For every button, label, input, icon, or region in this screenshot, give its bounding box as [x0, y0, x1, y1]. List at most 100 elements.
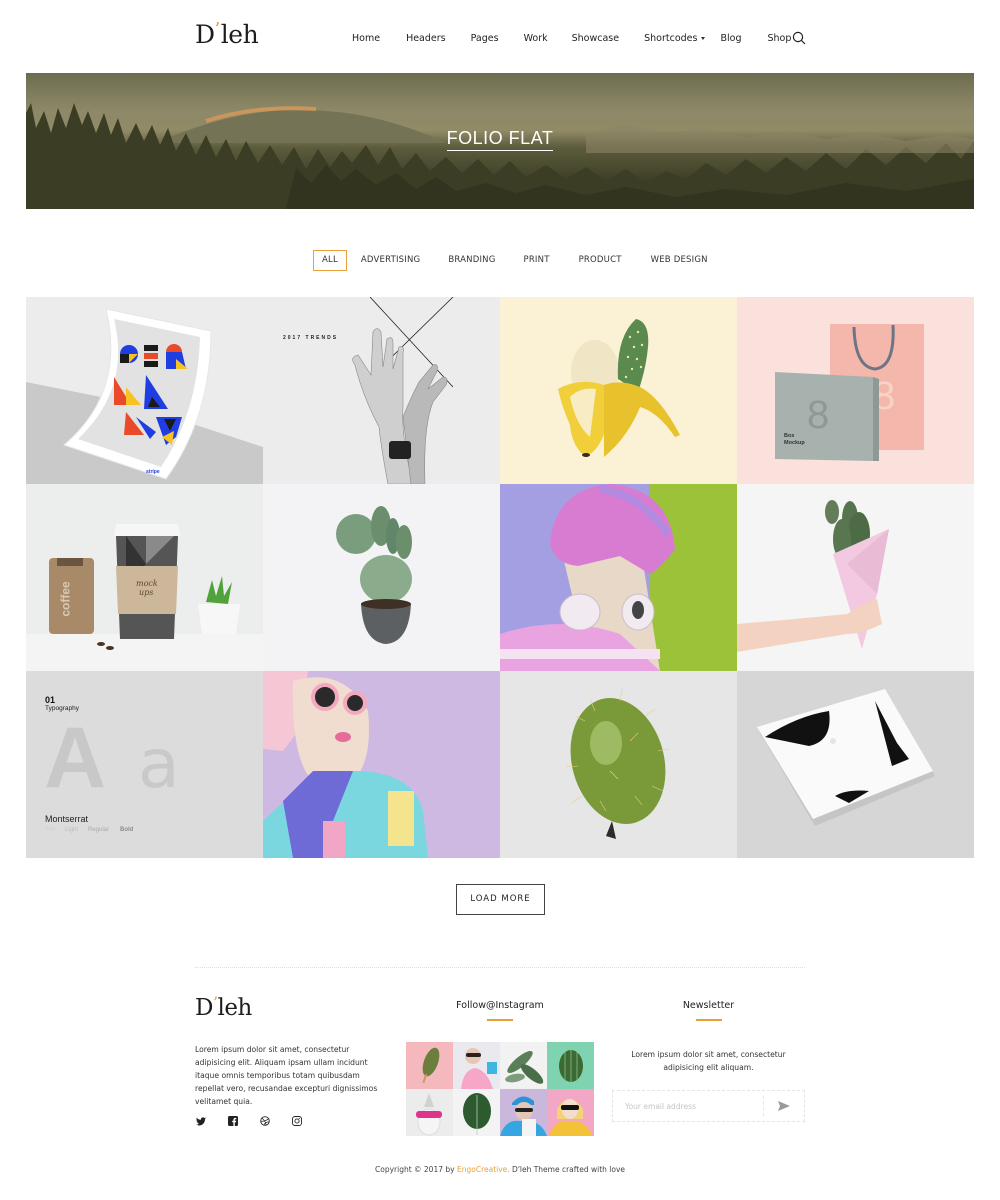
trends-caption: 2017 TRENDS	[283, 335, 339, 341]
cup-text-line2: ups	[139, 588, 154, 597]
filter-advertising[interactable]: ADVERTISING	[352, 250, 429, 271]
portfolio-item-hands-2017-trends[interactable]: 2017 TRENDS	[263, 297, 500, 484]
portfolio-item-coffee-mockup[interactable]: mock ups coffee	[26, 484, 263, 671]
twitter-icon[interactable]	[195, 1115, 207, 1127]
typography-glyph-small: a	[138, 725, 180, 804]
instagram-photo-woman-pink-shirt[interactable]	[453, 1042, 500, 1089]
typography-font-name: Montserrat	[45, 814, 89, 824]
bag-text: coffee	[58, 581, 73, 617]
dribbble-icon[interactable]	[259, 1115, 271, 1127]
cactus-mint-image	[559, 1050, 583, 1082]
pink-sunglasses-woman-image	[263, 671, 428, 858]
portfolio-grid: stripe 2017 TRENDS 8 8 Box Mockup mock u…	[26, 297, 974, 858]
instagram-icon[interactable]	[291, 1115, 303, 1127]
germany-poster-image: stripe	[26, 308, 263, 484]
chevron-down-icon	[701, 36, 706, 40]
copyright-prefix: Copyright © 2017 by	[375, 1165, 457, 1174]
site-header: D’leh Home Headers Pages Work Showcase S…	[0, 0, 1000, 73]
nav-item-blog[interactable]: Blog	[720, 33, 741, 44]
box-label-line1: Box	[784, 433, 795, 439]
load-more-button[interactable]: LOAD MORE	[456, 884, 545, 915]
instagram-heading-underline	[487, 1019, 513, 1021]
woman-pink-shirt-image	[461, 1048, 497, 1089]
instagram-photo-man-blue-beanie[interactable]	[500, 1089, 547, 1136]
portfolio-item-pink-hair-headphones[interactable]	[500, 484, 737, 671]
portfolio-item-germany-poster[interactable]: stripe	[26, 297, 263, 484]
facebook-icon[interactable]	[227, 1115, 239, 1127]
typography-number: 01	[45, 695, 56, 705]
svg-text:stripe: stripe	[146, 469, 160, 475]
portfolio-filters: ALL ADVERTISING BRANDING PRINT PRODUCT W…	[313, 250, 717, 271]
cactus-cone-image	[737, 500, 889, 652]
nav-item-headers[interactable]: Headers	[406, 33, 446, 44]
footer-logo[interactable]: D’leh	[195, 993, 253, 1021]
cactus-popsicle-image	[422, 1047, 440, 1084]
instagram-heading: Follow@Instagram	[456, 1000, 544, 1011]
instagram-photo-cactus-mint[interactable]	[547, 1042, 594, 1089]
filter-product[interactable]: PRODUCT	[570, 250, 631, 271]
portfolio-item-pink-sunglasses[interactable]	[263, 671, 500, 858]
instagram-photo-cactus-popsicle[interactable]	[406, 1042, 453, 1089]
nav-item-showcase[interactable]: Showcase	[572, 33, 619, 44]
portfolio-item-box-mockup[interactable]: 8 8 Box Mockup	[737, 297, 974, 484]
potted-cactus-image	[336, 506, 412, 644]
leaves-image	[505, 1051, 544, 1084]
weight-bold: Bold	[120, 827, 134, 833]
site-logo[interactable]: D’leh	[195, 19, 259, 49]
logo-apostrophe: ’	[214, 19, 221, 40]
box-label-line2: Mockup	[784, 440, 805, 446]
copyright-brand-link[interactable]: EngoCreative.	[457, 1165, 510, 1174]
portfolio-item-cactus-cone[interactable]	[737, 484, 974, 671]
nav-item-shortcodes-label: Shortcodes	[644, 32, 698, 44]
cactus-balloon-image	[565, 688, 671, 839]
woman-yellow-jacket-image	[549, 1099, 593, 1136]
nav-item-shop[interactable]: Shop	[767, 33, 791, 44]
instagram-photo-woman-yellow-jacket[interactable]	[547, 1089, 594, 1136]
pink-hair-headphones-image	[500, 484, 737, 671]
filter-print[interactable]: PRINT	[515, 250, 559, 271]
filter-branding[interactable]: BRANDING	[439, 250, 504, 271]
logo-letter-d: D	[195, 20, 215, 49]
portfolio-item-banana-cactus[interactable]	[500, 297, 737, 484]
filter-all[interactable]: ALL	[313, 250, 347, 271]
logo-suffix: leh	[220, 20, 259, 49]
banana-cactus-image	[558, 319, 680, 457]
newsletter-form	[612, 1090, 805, 1122]
newsletter-text: Lorem ipsum dolor sit amet, consectetur …	[631, 1050, 786, 1072]
newsletter-heading-underline	[696, 1019, 722, 1021]
instagram-photo-monstera-leaf[interactable]	[453, 1089, 500, 1136]
pineapple-sunglasses-image	[416, 1093, 442, 1136]
weight-thin: Thin	[45, 827, 57, 833]
man-blue-beanie-image	[500, 1096, 547, 1136]
box-number: 8	[807, 393, 830, 437]
main-nav: Home Headers Pages Work Showcase Shortco…	[340, 28, 791, 48]
portfolio-item-typography[interactable]: 01 Typography A a Montserrat Thin Light …	[26, 671, 263, 858]
newsletter-email-input[interactable]	[613, 1091, 763, 1121]
monstera-leaf-image	[463, 1093, 491, 1135]
instagram-photo-leaves[interactable]	[500, 1042, 547, 1089]
cup-text-line1: mock	[136, 579, 158, 588]
filter-web-design[interactable]: WEB DESIGN	[642, 250, 717, 271]
instagram-feed	[406, 1042, 594, 1136]
instagram-photo-pineapple-sunglasses[interactable]	[406, 1089, 453, 1136]
portfolio-item-cactus-balloon[interactable]	[500, 671, 737, 858]
footer-logo-letter-d: D	[195, 995, 213, 1021]
abstract-print-mockup-image	[757, 689, 935, 826]
portfolio-item-abstract-print[interactable]	[737, 671, 974, 858]
weight-regular: Regular	[88, 827, 110, 833]
nav-item-work[interactable]: Work	[524, 33, 548, 44]
page-title: FOLIO FLAT	[446, 128, 554, 151]
nav-item-pages[interactable]: Pages	[471, 33, 499, 44]
portfolio-item-potted-cactus[interactable]	[263, 484, 500, 671]
nav-item-shortcodes[interactable]: Shortcodes	[644, 32, 706, 44]
footer-logo-suffix: leh	[217, 995, 253, 1021]
nav-item-home[interactable]: Home	[352, 33, 380, 44]
send-icon[interactable]	[764, 1091, 804, 1121]
footer-divider	[195, 967, 805, 968]
hands-image	[352, 297, 454, 484]
typography-glyph-big: A	[44, 710, 107, 806]
hero-banner: FOLIO FLAT	[26, 73, 974, 209]
footer-about-text: Lorem ipsum dolor sit amet, consectetur …	[195, 1045, 378, 1106]
social-links	[195, 1115, 323, 1127]
search-icon[interactable]	[792, 30, 806, 45]
